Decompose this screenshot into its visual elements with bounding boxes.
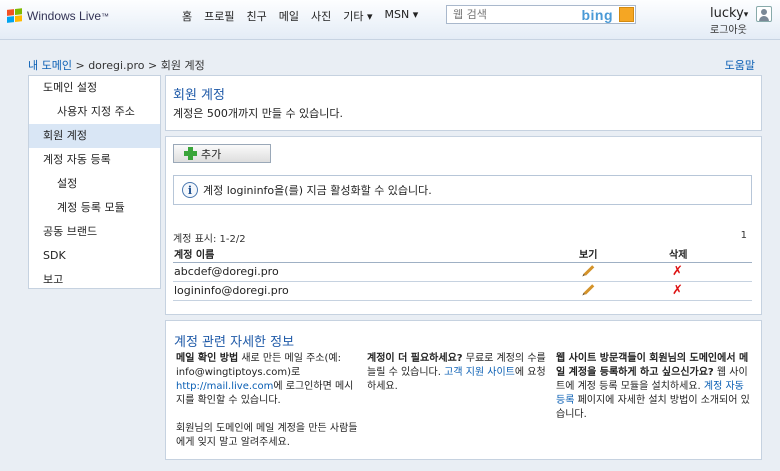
nav-more[interactable]: 기타 ▾ (343, 8, 372, 24)
search-icon[interactable] (619, 7, 634, 22)
windows-live-logo[interactable]: Windows Live ™ (7, 8, 109, 24)
avatar[interactable] (756, 6, 772, 22)
account-name: logininfo@doregi.pro (173, 281, 578, 301)
info-icon: i (182, 182, 198, 198)
signup-text-2: 페이지에 자세한 설치 방법이 소개되어 있습니다. (556, 395, 750, 420)
sidebar-item-cobranding[interactable]: 공동 브랜드 (29, 220, 160, 244)
more-accounts-heading: 계정이 더 필요하세요? (367, 353, 463, 364)
user-menu[interactable]: lucky▾ 로그아웃 (710, 6, 748, 36)
mail-reminder-text: 회원님의 도메인에 메일 계정을 만든 사람들에게 잊지 말고 알려주세요. (176, 423, 358, 448)
windows-flag-icon (7, 8, 23, 24)
nav-profile[interactable]: 프로필 (204, 8, 234, 24)
sidebar-item-auto-registration[interactable]: 계정 자동 등록 (29, 148, 160, 172)
username[interactable]: lucky (710, 6, 744, 21)
details-column-more-accounts: 계정이 더 필요하세요? 무료로 계정의 수를 늘릴 수 있습니다. 고객 지원… (367, 352, 547, 408)
page-number[interactable]: 1 (741, 230, 747, 241)
nav-friends[interactable]: 친구 (247, 8, 267, 24)
breadcrumb-separator: > (75, 59, 85, 72)
bing-logo: bing (581, 7, 613, 23)
table-row: logininfo@doregi.pro ✗ (173, 281, 752, 301)
column-header-delete: 삭제 (668, 246, 752, 263)
breadcrumb-domain[interactable]: doregi.pro (88, 59, 144, 72)
info-message: i 계정 logininfo을(를) 지금 활성화할 수 있습니다. (173, 175, 752, 205)
breadcrumb-current: 회원 계정 (160, 59, 205, 72)
search-box: bing (446, 5, 636, 24)
nav-home[interactable]: 홈 (182, 8, 192, 24)
nav-mail[interactable]: 메일 (279, 8, 299, 24)
table-row: abcdef@doregi.pro ✗ (173, 262, 752, 282)
accounts-table: 계정 이름 보기 삭제 abcdef@doregi.pro ✗ logininf… (173, 246, 752, 301)
delete-x-icon[interactable]: ✗ (672, 283, 683, 298)
edit-pencil-icon[interactable] (583, 284, 595, 295)
page-header-panel: 회원 계정 계정은 500개까지 만들 수 있습니다. (165, 75, 762, 131)
support-site-link[interactable]: 고객 지원 사이트 (444, 367, 515, 378)
sidebar-item-custom-address[interactable]: 사용자 지정 주소 (29, 100, 160, 124)
breadcrumb: 내 도메인 > doregi.pro > 회원 계정 (28, 57, 205, 73)
details-panel: 계정 관련 자세한 정보 메일 확인 방법 새로 만든 메일 주소(예: inf… (165, 320, 762, 460)
breadcrumb-separator: > (148, 59, 158, 72)
sidebar-item-domain-settings[interactable]: 도메인 설정 (29, 76, 160, 100)
delete-x-icon[interactable]: ✗ (672, 264, 683, 279)
nav-photos[interactable]: 사진 (311, 8, 331, 24)
sidebar-item-member-accounts[interactable]: 회원 계정 (29, 124, 160, 148)
account-count: 계정 표시: 1-2/2 (173, 234, 246, 245)
details-column-mail: 메일 확인 방법 새로 만든 메일 주소(예: info@wingtiptoys… (176, 352, 361, 464)
mail-check-heading: 메일 확인 방법 (176, 353, 239, 364)
search-input[interactable] (447, 6, 567, 23)
chevron-down-icon[interactable]: ▾ (744, 10, 749, 20)
info-message-text: 계정 logininfo을(를) 지금 활성화할 수 있습니다. (203, 184, 432, 197)
add-account-button[interactable]: 추가 (173, 144, 271, 163)
help-link[interactable]: 도움말 (725, 57, 755, 73)
sidebar: 도메인 설정 사용자 지정 주소 회원 계정 계정 자동 등록 설정 계정 등록… (28, 75, 161, 289)
column-header-view: 보기 (578, 246, 668, 263)
column-header-name[interactable]: 계정 이름 (173, 246, 578, 263)
mail-live-link[interactable]: http://mail.live.com (176, 381, 273, 392)
sidebar-item-sdk[interactable]: SDK (29, 244, 160, 268)
table-header-row: 계정 이름 보기 삭제 (173, 246, 752, 263)
breadcrumb-my-domains[interactable]: 내 도메인 (28, 59, 72, 72)
top-nav: 홈 프로필 친구 메일 사진 기타 ▾ MSN ▾ (182, 8, 430, 24)
sidebar-item-reports[interactable]: 보고 (29, 268, 160, 292)
logout-link[interactable]: 로그아웃 (710, 21, 748, 36)
sidebar-item-registration-module[interactable]: 계정 등록 모듈 (29, 196, 160, 220)
page-description: 계정은 500개까지 만들 수 있습니다. (173, 107, 344, 120)
account-name: abcdef@doregi.pro (173, 262, 578, 282)
brand-name: Windows Live (27, 9, 102, 23)
nav-msn[interactable]: MSN ▾ (385, 8, 419, 24)
accounts-panel: 추가 i 계정 logininfo을(를) 지금 활성화할 수 있습니다. 계정… (165, 136, 762, 315)
details-column-signup: 웹 사이트 방문객들이 회원님의 도메인에서 메일 계정을 등록하게 하고 싶으… (556, 352, 751, 436)
brand-trademark: ™ (101, 11, 110, 21)
page-title: 회원 계정 (173, 88, 225, 103)
add-button-label: 추가 (201, 147, 222, 161)
plus-icon (184, 147, 197, 160)
top-bar: Windows Live ™ 홈 프로필 친구 메일 사진 기타 ▾ MSN ▾ … (0, 0, 780, 40)
sidebar-item-settings[interactable]: 설정 (29, 172, 160, 196)
edit-pencil-icon[interactable] (583, 265, 595, 276)
details-title: 계정 관련 자세한 정보 (174, 335, 295, 350)
